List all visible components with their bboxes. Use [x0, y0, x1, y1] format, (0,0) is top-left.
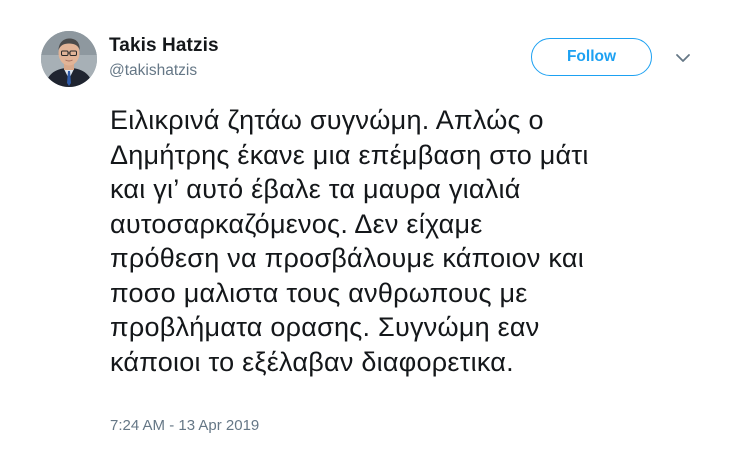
tweet-text-line: Ειλικρινά ζητάω συγνώμη. Απλώς ο [110, 105, 544, 135]
tweet-text-line: κάποιοι το εξέλαβαν διαφορετικα. [110, 346, 514, 377]
tweet-text-line: ποσο μαλιστα τους ανθρωπους με [110, 277, 528, 308]
chevron-down-icon[interactable] [673, 48, 693, 68]
tweet-text: Ειλικρινά ζητάω συγνώμη. Απλώς ο Δημήτρη… [110, 103, 710, 379]
tweet-text-line: και γι’ αυτό έβαλε τα μαυρα γιαλιά [110, 174, 521, 204]
tweet-text-line: αυτοσαρκαζόμενος. Δεν είχαμε [110, 208, 483, 239]
tweet-text-line: προβλήματα ορασης. Συγνώμη εαν [110, 312, 540, 342]
tweet-text-line: πρόθεση να προσβάλουμε κάποιον και [110, 243, 584, 273]
tweet-text-line: Δημήτρης έκανε μια επέμβαση στο μάτι [110, 139, 589, 170]
profile-photo-icon [41, 31, 97, 87]
author-display-name[interactable]: Takis Hatzis [109, 35, 219, 57]
author-handle[interactable]: @takishatzis [109, 62, 197, 80]
tweet-timestamp[interactable]: 7:24 AM - 13 Apr 2019 [110, 417, 259, 434]
tweet-card: Takis Hatzis @takishatzis Follow Ειλικρι… [0, 0, 735, 455]
follow-button[interactable]: Follow [531, 38, 652, 76]
avatar[interactable] [41, 31, 97, 87]
